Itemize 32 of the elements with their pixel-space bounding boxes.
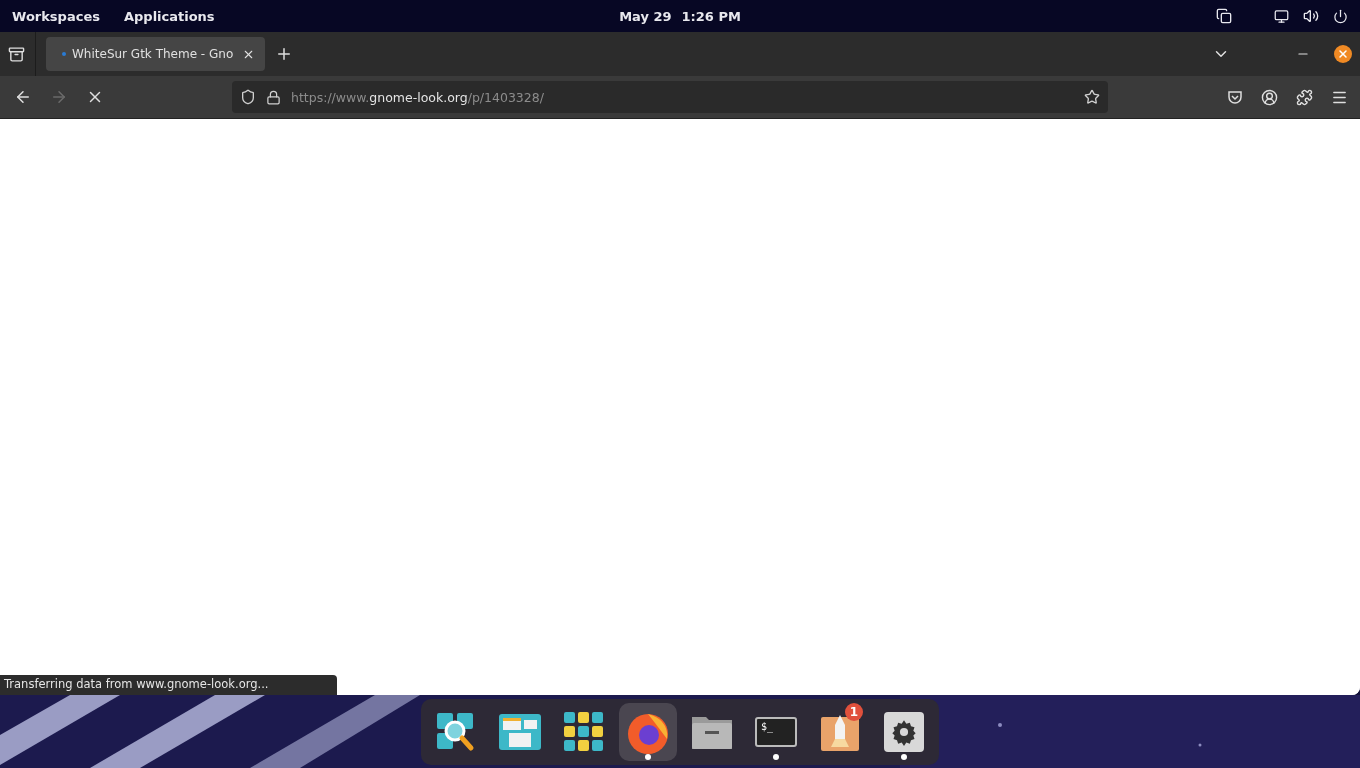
dock-item[interactable] [619, 702, 677, 761]
settings-icon [884, 711, 924, 752]
running-indicator [645, 753, 651, 760]
dock-item[interactable]: 1 [811, 702, 869, 761]
running-indicator [901, 753, 907, 760]
new-tab-button[interactable] [275, 45, 293, 63]
top-bar-menu[interactable]: Applications [123, 8, 215, 24]
date[interactable]: May 29 [619, 8, 672, 24]
account-button[interactable] [1261, 88, 1278, 106]
running-indicator [773, 753, 779, 760]
windows-icon[interactable] [1216, 8, 1232, 24]
favicon-icon [62, 52, 66, 56]
volume-icon[interactable] [1303, 8, 1319, 24]
dock-item[interactable]: $_ [747, 702, 805, 761]
back-button[interactable] [14, 88, 32, 106]
address-bar[interactable]: https://www.gnome-look.org/p/1403328/ [232, 81, 1108, 113]
close-icon [1337, 48, 1349, 60]
top-bar-menu[interactable]: Workspaces [12, 8, 100, 24]
bookmark-star-icon[interactable] [1084, 89, 1100, 105]
lock-icon[interactable] [266, 89, 281, 105]
extensions-button[interactable] [1296, 88, 1313, 106]
notification-badge: 1 [845, 702, 863, 721]
tab-list-button[interactable] [8, 45, 25, 63]
terminal-icon: $_ [755, 716, 797, 747]
close-window-button[interactable] [1334, 45, 1352, 63]
power-icon[interactable] [1333, 8, 1348, 24]
time[interactable]: 1:26 PM [681, 8, 741, 24]
shield-icon[interactable] [240, 89, 256, 105]
app-grid-icon [563, 710, 605, 753]
browser-tab[interactable]: WhiteSur Gtk Theme - Gno [46, 37, 265, 71]
pocket-button[interactable] [1227, 89, 1243, 105]
status-text: Transferring data from www.gnome-look.org... [0, 675, 337, 695]
